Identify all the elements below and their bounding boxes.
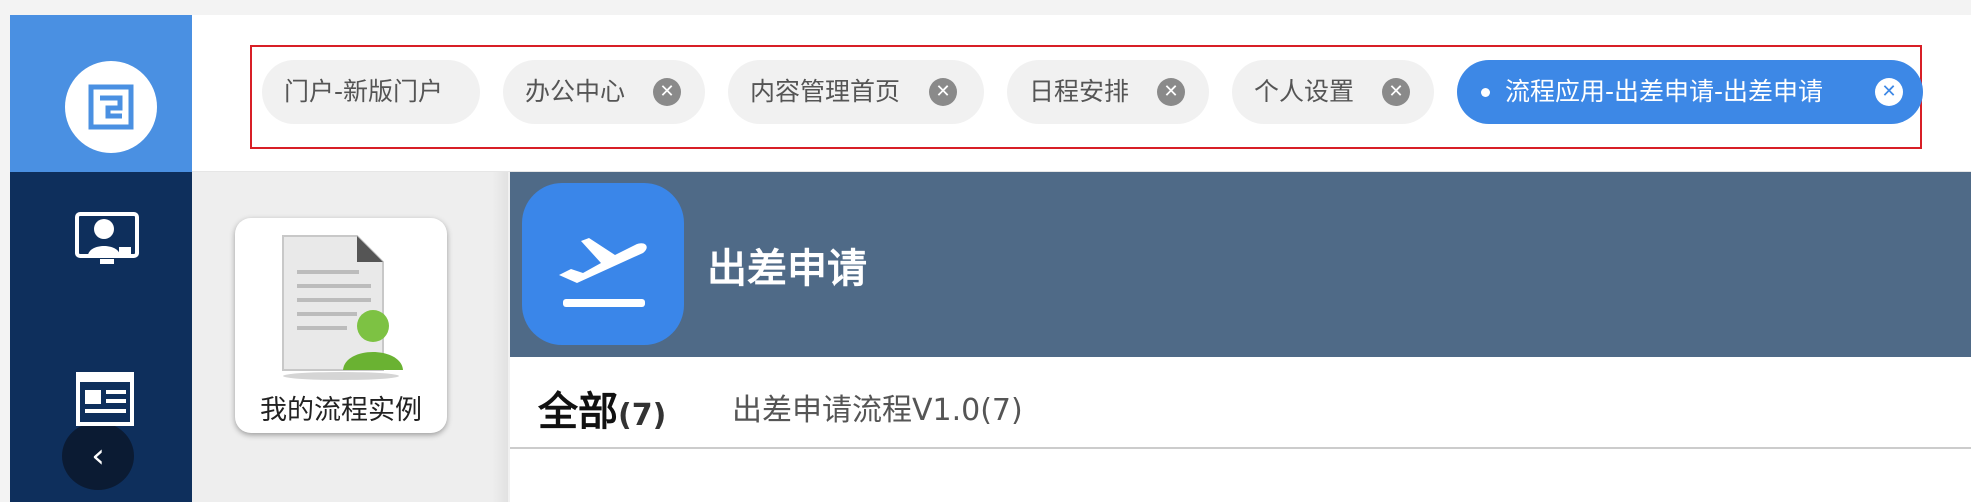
side-panel: 我的流程实例	[192, 172, 508, 502]
tab-label: 内容管理首页	[750, 77, 901, 106]
filter-all-count: (7)	[618, 398, 667, 433]
filter-all[interactable]: 全部(7)	[538, 379, 666, 437]
left-rail: ‹	[10, 172, 192, 502]
logo-icon[interactable]	[65, 61, 157, 153]
tab-travel-application[interactable]: 流程应用-出差申请-出差申请 ✕	[1457, 60, 1923, 124]
top-strip	[0, 0, 1971, 15]
close-icon[interactable]: ✕	[1382, 78, 1410, 106]
left-edge	[0, 15, 10, 502]
tab-label: 门户-新版门户	[284, 77, 444, 106]
close-icon[interactable]: ✕	[1875, 78, 1903, 106]
rail-logo-area	[10, 15, 192, 172]
document-user-icon	[275, 230, 407, 386]
filter-travel-process[interactable]: 出差申请流程V1.0(7)	[732, 385, 1023, 429]
tab-label: 日程安排	[1029, 77, 1130, 106]
page-title: 出差申请	[707, 246, 867, 292]
app-header: 出差申请	[510, 172, 1971, 357]
card-label: 我的流程实例	[260, 395, 422, 426]
airplane-takeoff-icon	[522, 183, 684, 345]
user-monitor-icon[interactable]	[74, 211, 140, 273]
tab-office-center[interactable]: 办公中心 ✕	[503, 60, 705, 124]
tab-label: 流程应用-出差申请-出差申请	[1505, 77, 1824, 106]
news-icon[interactable]	[74, 368, 136, 434]
tab-schedule[interactable]: 日程安排 ✕	[1007, 60, 1209, 124]
filter-all-label: 全部	[538, 389, 618, 435]
content-area	[510, 449, 1971, 502]
tab-label: 办公中心	[525, 77, 626, 106]
tab-personal-settings[interactable]: 个人设置 ✕	[1232, 60, 1434, 124]
tab-label: 个人设置	[1254, 77, 1355, 106]
my-process-instances-card[interactable]: 我的流程实例	[235, 218, 447, 433]
tab-portal[interactable]: 门户-新版门户	[262, 60, 480, 124]
filter-row: 全部(7) 出差申请流程V1.0(7)	[510, 357, 1971, 449]
close-icon[interactable]: ✕	[1157, 78, 1185, 106]
panel-divider-shadow	[492, 172, 510, 502]
tab-content-management[interactable]: 内容管理首页 ✕	[728, 60, 984, 124]
active-dot	[1481, 88, 1490, 97]
close-icon[interactable]: ✕	[929, 78, 957, 106]
close-icon[interactable]: ✕	[653, 78, 681, 106]
